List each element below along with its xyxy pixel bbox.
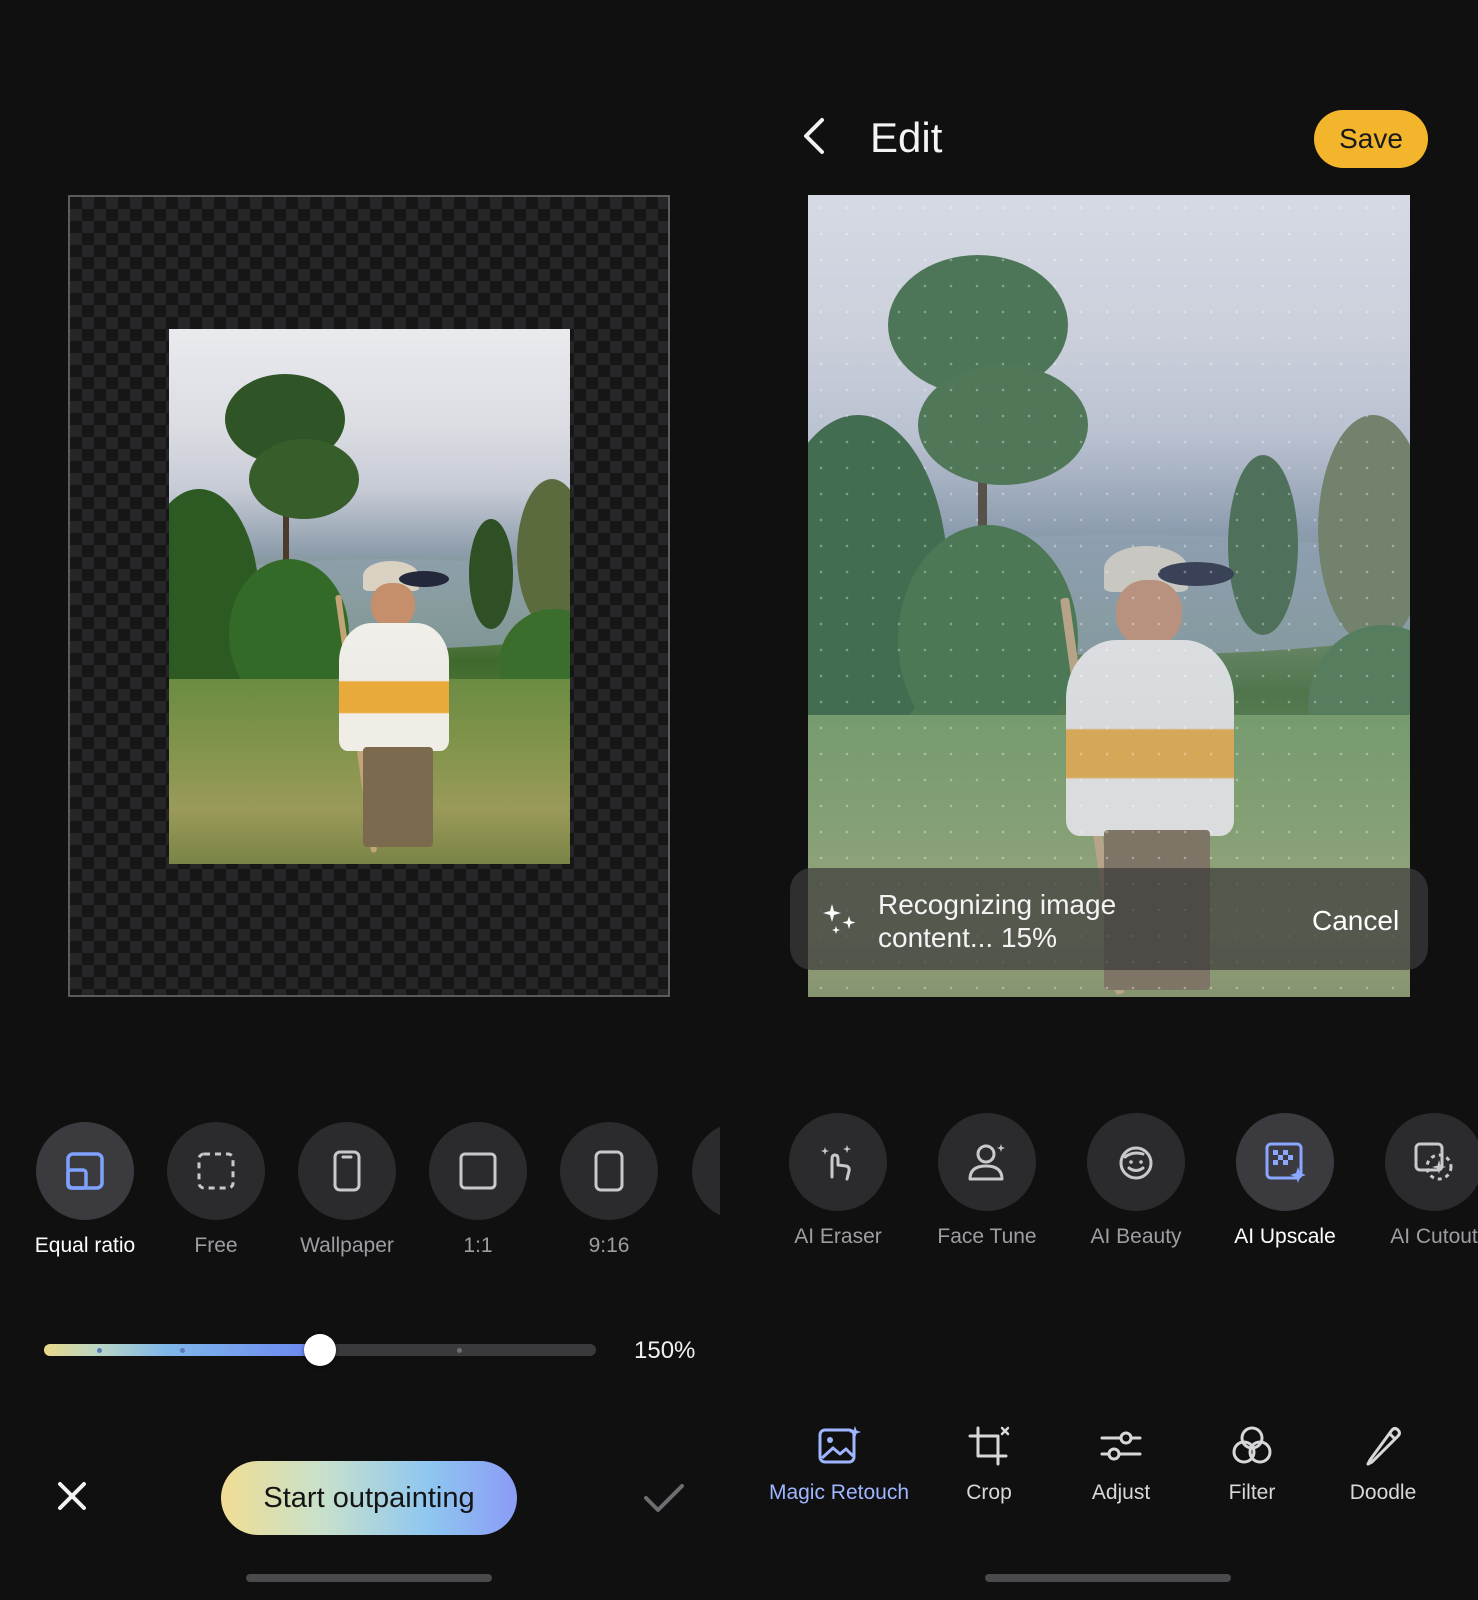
nav-label: Adjust bbox=[1091, 1481, 1151, 1504]
progress-line-1: Recognizing image bbox=[878, 889, 1117, 920]
ai-upscale-icon bbox=[1236, 1113, 1334, 1211]
save-button[interactable]: Save bbox=[1314, 110, 1428, 168]
nav-magic-retouch[interactable]: Magic Retouch bbox=[764, 1424, 914, 1505]
close-button[interactable] bbox=[52, 1476, 92, 1516]
tool-ai-cutout[interactable]: AI Cutout bbox=[1385, 1113, 1478, 1249]
magic-retouch-icon bbox=[818, 1426, 861, 1464]
adjust-icon bbox=[1100, 1431, 1142, 1461]
tool-label: Face Tune bbox=[937, 1225, 1037, 1248]
source-photo bbox=[169, 329, 570, 864]
ratio-label: 1:1 bbox=[463, 1234, 493, 1257]
portrait-icon bbox=[560, 1122, 658, 1220]
home-indicator-right bbox=[985, 1574, 1231, 1582]
cancel-button[interactable]: Cancel bbox=[1312, 905, 1399, 937]
confirm-button[interactable] bbox=[642, 1478, 686, 1518]
square-icon bbox=[429, 1122, 527, 1220]
ai-cutout-icon bbox=[1385, 1113, 1478, 1211]
progress-text: Recognizing image content... 15% bbox=[878, 888, 1198, 954]
zoom-slider-thumb[interactable] bbox=[304, 1334, 336, 1366]
start-outpainting-button[interactable]: Start outpainting bbox=[221, 1461, 517, 1535]
ratio-label: Equal ratio bbox=[34, 1234, 136, 1257]
ratio-equal[interactable]: Equal ratio bbox=[35, 1122, 135, 1258]
slider-tick bbox=[97, 1348, 102, 1353]
tool-label: AI Upscale bbox=[1234, 1225, 1336, 1248]
ratio-label: Wallpaper bbox=[300, 1234, 394, 1257]
back-button[interactable] bbox=[796, 114, 836, 158]
doodle-icon bbox=[1366, 1427, 1401, 1466]
nav-adjust[interactable]: Adjust bbox=[1046, 1424, 1196, 1505]
tool-ai-eraser[interactable]: AI Eraser bbox=[789, 1113, 887, 1249]
ratio-more-partial[interactable] bbox=[692, 1122, 720, 1220]
tool-ai-upscale[interactable]: AI Upscale bbox=[1234, 1113, 1336, 1249]
nav-label: Magic Retouch bbox=[768, 1481, 910, 1504]
tool-ai-beauty[interactable]: AI Beauty bbox=[1087, 1113, 1185, 1249]
tool-label: AI Eraser bbox=[794, 1225, 882, 1248]
nav-label: Doodle bbox=[1349, 1481, 1417, 1504]
face-tune-icon bbox=[938, 1113, 1036, 1211]
ratio-label: Free bbox=[194, 1234, 238, 1257]
free-crop-icon bbox=[167, 1122, 265, 1220]
close-icon bbox=[58, 1482, 86, 1510]
ratio-wallpaper[interactable]: Wallpaper bbox=[298, 1122, 396, 1258]
page-title: Edit bbox=[870, 114, 943, 161]
check-icon bbox=[644, 1484, 684, 1512]
ai-beauty-icon bbox=[1087, 1113, 1185, 1211]
progress-line-2: content... 15% bbox=[878, 922, 1058, 953]
home-indicator-left bbox=[246, 1574, 492, 1582]
slider-tick bbox=[457, 1348, 462, 1353]
ai-eraser-icon bbox=[789, 1113, 887, 1211]
equal-ratio-icon bbox=[36, 1122, 134, 1220]
ratio-free[interactable]: Free bbox=[167, 1122, 265, 1258]
filter-icon bbox=[1232, 1426, 1272, 1464]
nav-doodle[interactable]: Doodle bbox=[1308, 1424, 1458, 1505]
ratio-1-1[interactable]: 1:1 bbox=[429, 1122, 527, 1258]
tool-face-tune[interactable]: Face Tune bbox=[937, 1113, 1037, 1249]
slider-tick bbox=[180, 1348, 185, 1353]
ratio-label: 9:16 bbox=[588, 1234, 630, 1257]
ratio-9-16[interactable]: 9:16 bbox=[560, 1122, 658, 1258]
sparkle-icon bbox=[822, 900, 862, 936]
chevron-left-icon bbox=[804, 118, 824, 154]
tool-label: AI Cutout bbox=[1390, 1225, 1478, 1248]
zoom-value: 150% bbox=[634, 1337, 696, 1364]
nav-label: Crop bbox=[966, 1481, 1012, 1504]
phone-icon bbox=[298, 1122, 396, 1220]
tool-label: AI Beauty bbox=[1090, 1225, 1182, 1248]
nav-filter[interactable]: Filter bbox=[1177, 1424, 1327, 1505]
nav-crop[interactable]: Crop bbox=[914, 1424, 1064, 1505]
crop-icon bbox=[968, 1426, 1010, 1466]
nav-label: Filter bbox=[1228, 1481, 1276, 1504]
